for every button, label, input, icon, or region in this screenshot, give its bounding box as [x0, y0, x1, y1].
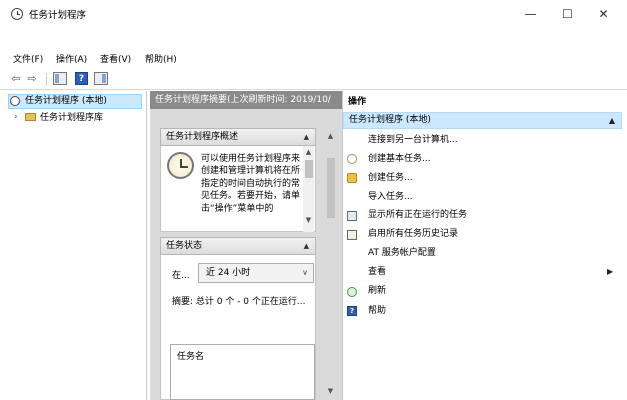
- action-create-basic-task[interactable]: 创建基本任务...: [368, 150, 431, 168]
- actions-group-title: 任务计划程序 (本地): [349, 115, 431, 125]
- tree-item-task-scheduler-library[interactable]: 任务计划程序库: [40, 110, 103, 126]
- toolbar-divider: [46, 73, 47, 86]
- action-help[interactable]: 帮助: [368, 302, 386, 320]
- show-hide-action-pane-icon[interactable]: [94, 72, 108, 85]
- scroll-thumb[interactable]: [327, 158, 335, 218]
- menu-help[interactable]: 帮助(H): [145, 52, 177, 65]
- console-tree: [0, 91, 147, 400]
- collapse-up-icon[interactable]: ▲: [304, 129, 309, 145]
- show-hide-console-tree-icon[interactable]: [53, 72, 67, 85]
- menu-bar: [0, 48, 627, 68]
- action-create-task[interactable]: 创建任务...: [368, 169, 413, 187]
- refresh-icon: [347, 287, 357, 297]
- forward-arrow-icon[interactable]: ⇨: [25, 71, 39, 86]
- minimize-button[interactable]: —: [512, 0, 549, 28]
- action-import-task[interactable]: 导入任务...: [368, 188, 413, 206]
- action-enable-history[interactable]: 启用所有任务历史记录: [368, 225, 458, 243]
- scroll-up-icon[interactable]: ▲: [303, 148, 314, 156]
- folder-icon: [25, 113, 36, 121]
- scroll-down-icon[interactable]: ▼: [325, 387, 336, 395]
- menu-view[interactable]: 查看(V): [100, 52, 131, 65]
- close-button[interactable]: ✕: [585, 0, 622, 28]
- clock-icon: [167, 152, 194, 179]
- status-range-label: 在...: [172, 271, 190, 281]
- overview-section-header[interactable]: 任务计划程序概述 ▲: [160, 128, 316, 146]
- submenu-arrow-icon[interactable]: ▶: [607, 265, 613, 279]
- summary-header: 任务计划程序摘要(上次刷新时间: 2019/10/: [150, 91, 342, 109]
- help-icon: ?: [347, 306, 357, 316]
- status-section-header[interactable]: 任务状态 ▲: [160, 237, 316, 255]
- tree-item-task-scheduler-local[interactable]: 任务计划程序 (本地): [8, 94, 142, 109]
- scroll-thumb[interactable]: [305, 160, 313, 178]
- scroll-up-icon[interactable]: ▲: [325, 132, 336, 140]
- clock-icon: [10, 96, 20, 106]
- overview-description: 可以使用任务计划程序来创建和管理计算机将在所指定的时间自动执行的常见任务。若要开…: [201, 154, 301, 214]
- scroll-down-icon[interactable]: ▼: [303, 216, 314, 224]
- action-show-running-tasks[interactable]: 显示所有正在运行的任务: [368, 206, 467, 224]
- overview-section-title: 任务计划程序概述: [166, 132, 239, 142]
- menu-file[interactable]: 文件(F): [13, 52, 43, 65]
- status-range-select[interactable]: 近 24 小时 ∨: [198, 263, 314, 283]
- create-task-icon: [347, 173, 357, 183]
- status-summary: 摘要: 总计 0 个 - 0 个正在运行...: [172, 297, 306, 307]
- chevron-down-icon: ∨: [302, 268, 308, 277]
- window-title: 任务计划程序: [29, 10, 87, 21]
- action-at-service-config[interactable]: AT 服务帐户配置: [368, 244, 436, 262]
- action-connect-computer[interactable]: 连接到另一台计算机...: [368, 131, 458, 149]
- status-section-title: 任务状态: [166, 241, 203, 251]
- collapse-up-icon[interactable]: ▲: [304, 238, 309, 254]
- actions-header: 操作: [343, 93, 627, 111]
- history-icon: [347, 230, 357, 240]
- help-icon[interactable]: ?: [75, 72, 88, 85]
- maximize-button[interactable]: ☐: [549, 0, 586, 28]
- tree-item-label: 任务计划程序 (本地): [25, 96, 107, 106]
- task-scheduler-clock-icon: [11, 8, 23, 20]
- action-view-menu[interactable]: 查看: [368, 263, 386, 281]
- back-arrow-icon[interactable]: ⇦: [9, 71, 23, 86]
- menu-action[interactable]: 操作(A): [56, 52, 87, 65]
- collapse-up-icon[interactable]: ▲: [609, 113, 615, 128]
- status-range-value: 近 24 小时: [206, 268, 251, 278]
- running-tasks-icon: [347, 211, 357, 221]
- create-basic-task-icon: [347, 154, 357, 164]
- action-refresh[interactable]: 刷新: [368, 282, 386, 300]
- task-name-column-header[interactable]: 任务名: [177, 349, 204, 362]
- chevron-right-icon[interactable]: ›: [14, 109, 24, 125]
- actions-group-header[interactable]: 任务计划程序 (本地) ▲: [343, 112, 622, 129]
